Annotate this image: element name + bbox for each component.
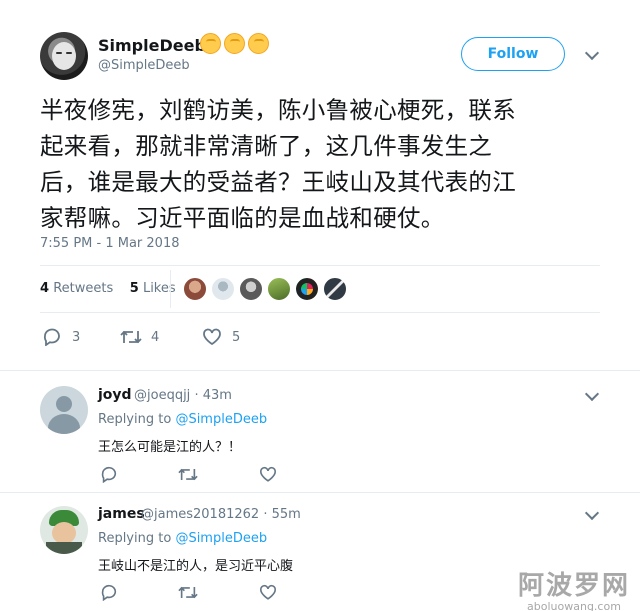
reply-action[interactable]	[100, 466, 118, 483]
retweet-icon	[178, 586, 198, 599]
retweet-action[interactable]	[178, 466, 198, 483]
tweet-timestamp[interactable]: 7:55 PM - 1 Mar 2018	[40, 236, 179, 251]
reply-time[interactable]: · 43m	[194, 388, 231, 403]
liker-avatar[interactable]	[183, 277, 207, 301]
likes-count: 5	[129, 281, 139, 296]
display-name[interactable]: SimpleDeeb	[98, 36, 206, 55]
reply-author-name[interactable]: james	[98, 506, 145, 522]
user-handle[interactable]: @SimpleDeeb	[98, 58, 190, 73]
avatar[interactable]	[40, 506, 88, 554]
divider	[40, 265, 600, 266]
replying-to-label: Replying to	[98, 531, 172, 546]
reply-action[interactable]: 3	[42, 328, 80, 346]
watermark-en: aboluowang.com	[527, 600, 621, 611]
liker-avatar[interactable]	[323, 277, 347, 301]
retweet-icon	[120, 330, 142, 344]
reply-text: 王岐山不是江的人，是习近平心腹	[98, 559, 294, 574]
reply-handle-time: @james20181262 · 55m	[141, 507, 301, 522]
tweet-text-line: 后，谁是最大的受益者？王岐山及其代表的江	[40, 168, 516, 196]
retweets-count: 4	[40, 281, 50, 296]
follow-button[interactable]: Follow	[461, 37, 565, 71]
avatar[interactable]	[40, 386, 88, 434]
reply-count: 3	[72, 329, 81, 345]
replying-to-label: Replying to	[98, 412, 172, 427]
likes-stat[interactable]: 5 Likes	[130, 281, 176, 296]
retweets-label: Retweets	[53, 281, 114, 296]
tweet-text-line: 半夜修宪，刘鹤访美，陈小鲁被心梗死，联系	[40, 96, 516, 124]
avatar-face	[52, 42, 76, 70]
reply-handle-time: @joeqqjj · 43m	[134, 388, 232, 403]
tweet-text-line: 起来看，那就非常清晰了，这几件事发生之	[40, 132, 493, 160]
retweet-icon	[178, 468, 198, 481]
name-emoji-group	[200, 33, 269, 54]
raised-fist-icon	[248, 33, 269, 54]
replying-to-mention[interactable]: @SimpleDeeb	[175, 531, 267, 546]
divider	[40, 312, 600, 313]
retweet-action[interactable]	[178, 584, 198, 601]
reply-author-handle[interactable]: @james20181262	[141, 507, 259, 522]
liker-avatar[interactable]	[211, 277, 235, 301]
reply-time[interactable]: · 55m	[263, 507, 300, 522]
tweet-text: 半夜修宪，刘鹤访美，陈小鲁被心梗死，联系 起来看，那就非常清晰了，这几件事发生之…	[40, 92, 610, 236]
stats-separator	[170, 270, 171, 308]
avatar-head	[56, 396, 72, 412]
liker-avatar[interactable]	[267, 277, 291, 301]
liker-avatar[interactable]	[239, 277, 263, 301]
heart-icon	[259, 584, 277, 600]
avatar-eye	[56, 52, 62, 54]
watermark-cn: 阿波罗网	[517, 571, 630, 601]
like-action[interactable]: 5	[202, 328, 240, 346]
avatar-face	[52, 522, 76, 544]
like-action[interactable]	[259, 466, 277, 483]
raised-fist-icon	[200, 33, 221, 54]
reply-text: 王怎么可能是江的人？！	[98, 440, 242, 455]
chevron-down-icon[interactable]	[584, 505, 600, 521]
main-tweet: SimpleDeeb @SimpleDeeb Follow 半夜修宪，刘鹤访美，…	[0, 0, 640, 370]
avatar-body	[46, 542, 82, 554]
like-action[interactable]	[259, 584, 277, 601]
replying-to: Replying to @SimpleDeeb	[98, 412, 267, 427]
tweet-text-line: 家帮嘛。习近平面临的是血战和硬仗。	[40, 204, 445, 232]
reply-icon	[43, 328, 60, 346]
reply-author-handle[interactable]: @joeqqjj	[134, 388, 190, 403]
reply-author-name[interactable]: joyd	[98, 387, 132, 403]
watermark: 阿波罗网 aboluowang.com	[518, 565, 630, 611]
retweets-stat[interactable]: 4 Retweets	[40, 281, 113, 296]
reply-tweet[interactable]: joyd @joeqqjj · 43m Replying to @SimpleD…	[0, 370, 640, 492]
reply-icon	[101, 466, 117, 483]
heart-icon	[203, 328, 221, 346]
retweet-count: 4	[151, 329, 160, 345]
retweet-action[interactable]: 4	[120, 328, 159, 346]
tweet-stats: 4 Retweets 5 Likes	[40, 281, 176, 296]
raised-fist-icon	[224, 33, 245, 54]
avatar-body	[48, 414, 80, 434]
replying-to: Replying to @SimpleDeeb	[98, 531, 267, 546]
reply-action[interactable]	[100, 584, 118, 601]
replying-to-mention[interactable]: @SimpleDeeb	[175, 412, 267, 427]
reply-icon	[101, 584, 117, 601]
avatar-eye	[66, 52, 72, 54]
chevron-down-icon[interactable]	[584, 45, 600, 61]
liker-avatar[interactable]	[295, 277, 319, 301]
chevron-down-icon[interactable]	[584, 386, 600, 402]
avatar[interactable]	[40, 32, 88, 80]
like-count: 5	[232, 329, 241, 345]
heart-icon	[259, 466, 277, 482]
